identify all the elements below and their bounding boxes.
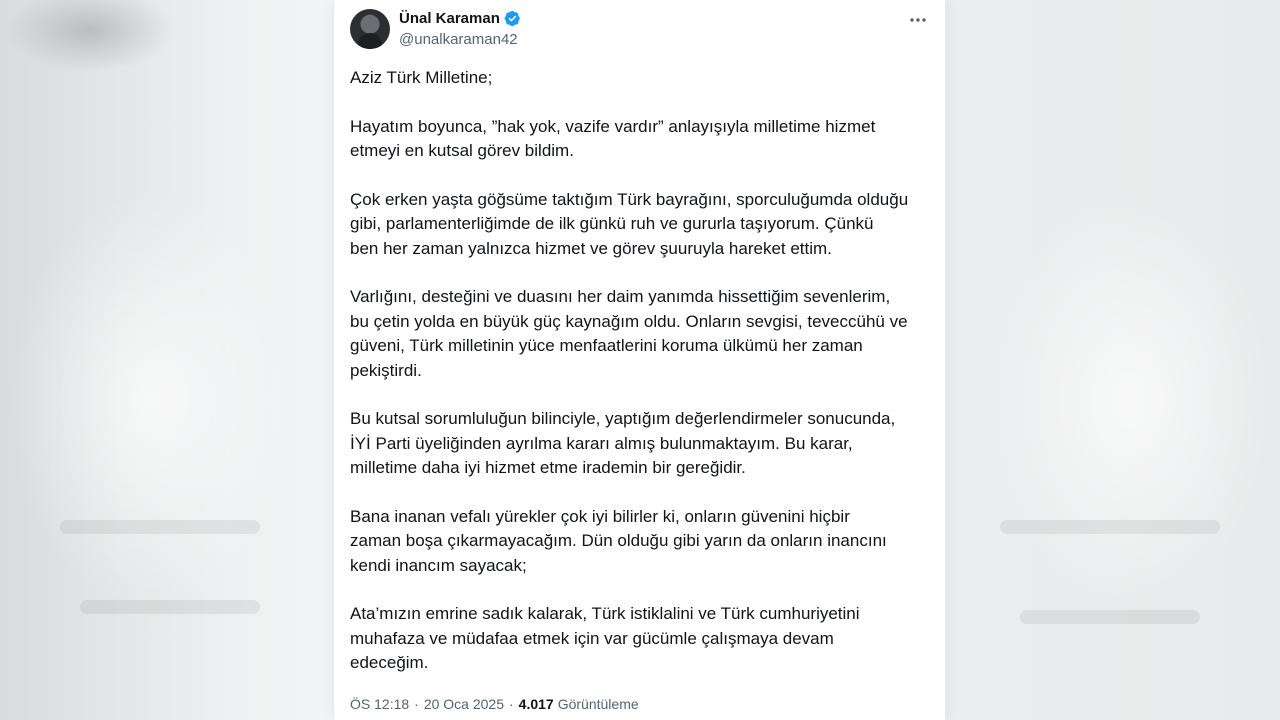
- tweet-paragraph: Hayatım boyunca, ”hak yok, vazife vardır…: [350, 116, 876, 161]
- tweet-paragraph: Çok erken yaşta göğsüme taktığım Türk ba…: [350, 189, 909, 258]
- background-decoration: [1000, 520, 1220, 534]
- author-handle[interactable]: @unalkaraman42: [399, 31, 518, 48]
- author-name[interactable]: Ünal Karaman: [399, 10, 500, 27]
- tweet-paragraph: Ata’mızın emrine sadık kalarak, Türk ist…: [350, 604, 860, 672]
- tweet-body: Aziz Türk Milletine; Hayatım boyunca, ”h…: [350, 66, 930, 700]
- background-decoration: [80, 600, 260, 614]
- tweet-paragraph: Bana inanan vefalı yürekler çok iyi bili…: [350, 506, 887, 575]
- background-decoration: [60, 520, 260, 534]
- tweet-meta: ÖS 12:18 · 20 Oca 2025 · 4.017 Görüntüle…: [350, 696, 639, 712]
- meta-separator: ·: [414, 696, 419, 712]
- tweet-time[interactable]: ÖS 12:18: [350, 696, 409, 712]
- author-name-row: Ünal Karaman: [399, 10, 521, 27]
- verified-badge-icon: [504, 10, 520, 27]
- more-dots-icon: [910, 18, 926, 22]
- views-count[interactable]: 4.017: [519, 696, 554, 712]
- tweet-paragraph: Aziz Türk Milletine;: [350, 68, 493, 87]
- views-label: Görüntüleme: [557, 696, 639, 712]
- more-options-icon[interactable]: [907, 11, 929, 29]
- tweet-date[interactable]: 20 Oca 2025: [424, 696, 504, 712]
- background-decoration: [1020, 610, 1200, 624]
- tweet-paragraph: Bu kutsal sorumluluğun bilinciyle, yaptı…: [350, 409, 896, 477]
- author-avatar[interactable]: [350, 9, 390, 49]
- tweet-paragraph: Varlığını, desteğini ve duasını her daim…: [350, 287, 908, 380]
- meta-separator: ·: [509, 696, 514, 712]
- tweet-card: Ünal Karaman @unalkaraman42 Aziz Türk Mi…: [333, 0, 946, 720]
